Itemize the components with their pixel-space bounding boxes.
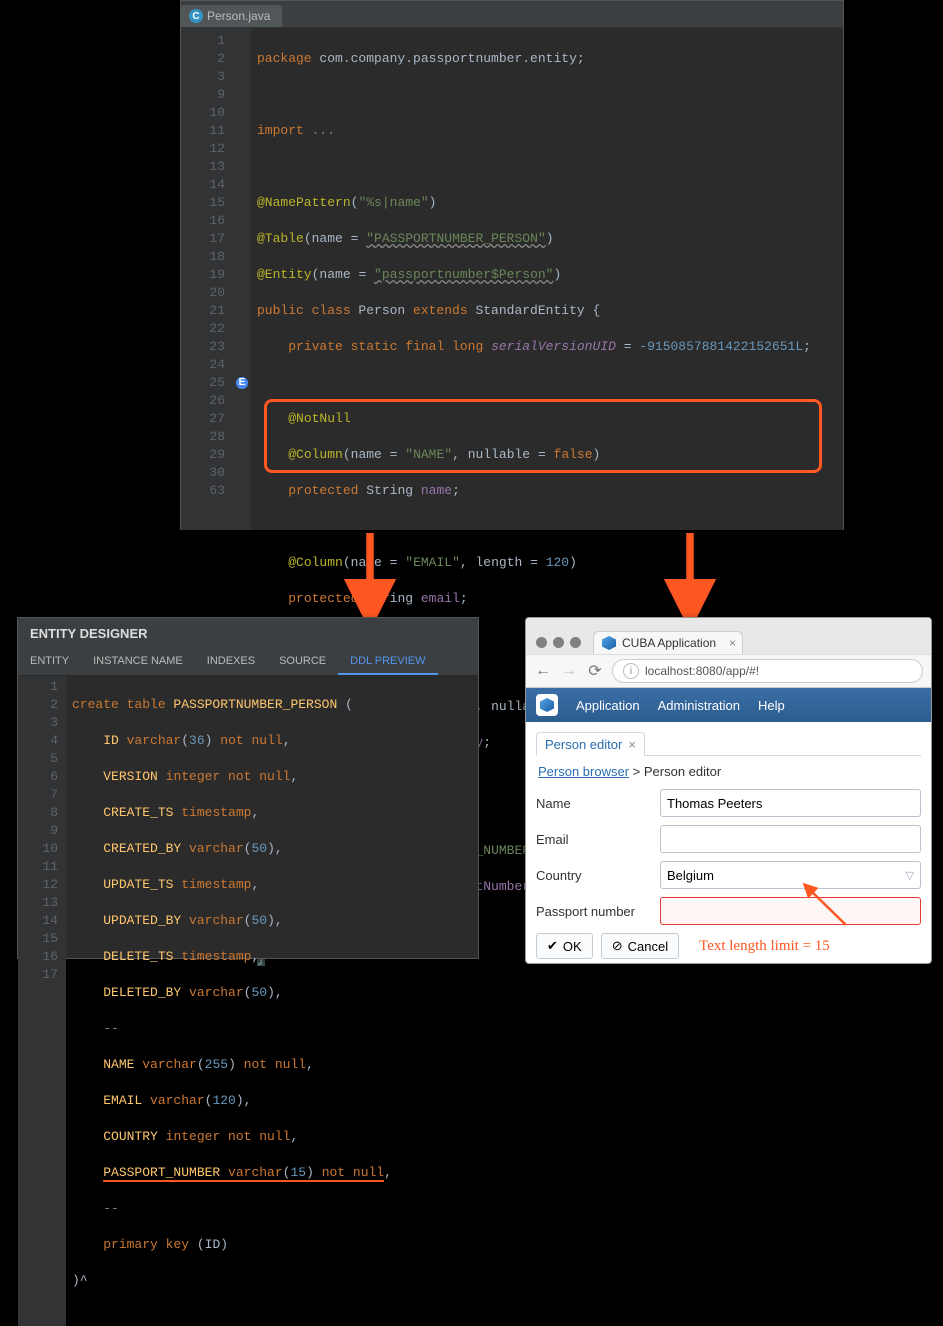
- cancel-button[interactable]: ⊘ Cancel: [601, 933, 679, 959]
- url-text: localhost:8080/app/#!: [645, 664, 759, 678]
- app-tab-person-editor[interactable]: Person editor ×: [536, 732, 645, 756]
- menu-administration[interactable]: Administration: [658, 698, 740, 713]
- menu-help[interactable]: Help: [758, 698, 785, 713]
- label-country: Country: [536, 868, 654, 883]
- tab-ddl-preview[interactable]: DDL PREVIEW: [338, 649, 437, 675]
- browser-toolbar: ← → ⟳ i localhost:8080/app/#!: [526, 654, 931, 687]
- app-menubar: Application Administration Help: [526, 688, 931, 722]
- browser-tab-title: CUBA Application: [622, 636, 716, 650]
- reload-icon[interactable]: ⟳: [586, 661, 604, 681]
- tab-instance-name[interactable]: INSTANCE NAME: [81, 649, 195, 675]
- input-name[interactable]: [660, 789, 921, 817]
- window-controls[interactable]: [532, 637, 587, 654]
- entity-designer-panel: ENTITY DESIGNER ENTITY INSTANCE NAME IND…: [17, 617, 479, 959]
- input-passport-number[interactable]: [660, 897, 921, 925]
- maximize-icon[interactable]: [570, 637, 581, 648]
- entity-badge-icon: E: [236, 377, 248, 389]
- browser-chrome: CUBA Application × ← → ⟳ i localhost:808…: [526, 618, 931, 688]
- breadcrumb-link[interactable]: Person browser: [538, 764, 629, 779]
- ide-tabbar: C Person.java: [181, 1, 843, 28]
- file-tab-label: Person.java: [207, 9, 270, 23]
- sql-code-area[interactable]: create table PASSPORTNUMBER_PERSON ( ID …: [66, 676, 478, 1326]
- ide-code-area[interactable]: package com.company.passportnumber.entit…: [251, 28, 843, 530]
- input-email[interactable]: [660, 825, 921, 853]
- breadcrumb: Person browser > Person editor: [538, 764, 921, 779]
- cuba-favicon-icon: [602, 636, 616, 650]
- select-country[interactable]: Belgium ▽: [660, 861, 921, 889]
- close-icon[interactable]: [536, 637, 547, 648]
- breadcrumb-current: Person editor: [644, 764, 721, 779]
- sql-gutter: 12 34 56 78 910 1112 1314 1516 17: [18, 676, 66, 1326]
- browser-window: CUBA Application × ← → ⟳ i localhost:808…: [525, 617, 932, 964]
- app-body: Person editor × Person browser > Person …: [526, 722, 931, 964]
- app-logo-icon[interactable]: [536, 694, 558, 716]
- tab-indexes[interactable]: INDEXES: [195, 649, 267, 675]
- minimize-icon[interactable]: [553, 637, 564, 648]
- chevron-down-icon: ▽: [906, 869, 914, 882]
- select-country-value: Belgium: [667, 868, 714, 883]
- app-tab-label: Person editor: [545, 737, 622, 752]
- file-tab-person-java[interactable]: C Person.java: [181, 5, 282, 27]
- ide-editor[interactable]: 1 2 3 9 10 11 12 13 14 15 16 17 18 19 20…: [181, 28, 843, 530]
- panel-title: ENTITY DESIGNER: [18, 618, 478, 649]
- forward-icon[interactable]: →: [560, 662, 578, 680]
- label-passport: Passport number: [536, 904, 654, 919]
- annotation-text: Text length limit = 15: [699, 938, 830, 955]
- info-icon[interactable]: i: [623, 663, 639, 679]
- url-bar[interactable]: i localhost:8080/app/#!: [612, 659, 923, 683]
- cancel-icon: ⊘: [612, 938, 623, 954]
- back-icon[interactable]: ←: [534, 662, 552, 680]
- designer-tabs: ENTITY INSTANCE NAME INDEXES SOURCE DDL …: [18, 649, 478, 676]
- check-icon: ✔: [547, 938, 558, 954]
- ide-editor-panel: C Person.java 1 2 3 9 10 11 12 13 14 15 …: [180, 0, 844, 530]
- menu-application[interactable]: Application: [576, 698, 640, 713]
- label-email: Email: [536, 832, 654, 847]
- tab-source[interactable]: SOURCE: [267, 649, 338, 675]
- tab-entity[interactable]: ENTITY: [18, 649, 81, 675]
- tab-close-icon[interactable]: ×: [729, 636, 736, 650]
- label-name: Name: [536, 796, 654, 811]
- browser-tab[interactable]: CUBA Application ×: [593, 631, 743, 654]
- java-class-icon: C: [189, 9, 203, 23]
- ide-marker-column: E: [233, 28, 251, 530]
- ok-button[interactable]: ✔ OK: [536, 933, 593, 959]
- arrow-left-icon: [330, 530, 410, 620]
- ddl-editor[interactable]: 12 34 56 78 910 1112 1314 1516 17 create…: [18, 676, 478, 1326]
- app-tab-close-icon[interactable]: ×: [628, 737, 636, 752]
- arrow-right-icon: [650, 530, 730, 620]
- ide-gutter: 1 2 3 9 10 11 12 13 14 15 16 17 18 19 20…: [181, 28, 233, 530]
